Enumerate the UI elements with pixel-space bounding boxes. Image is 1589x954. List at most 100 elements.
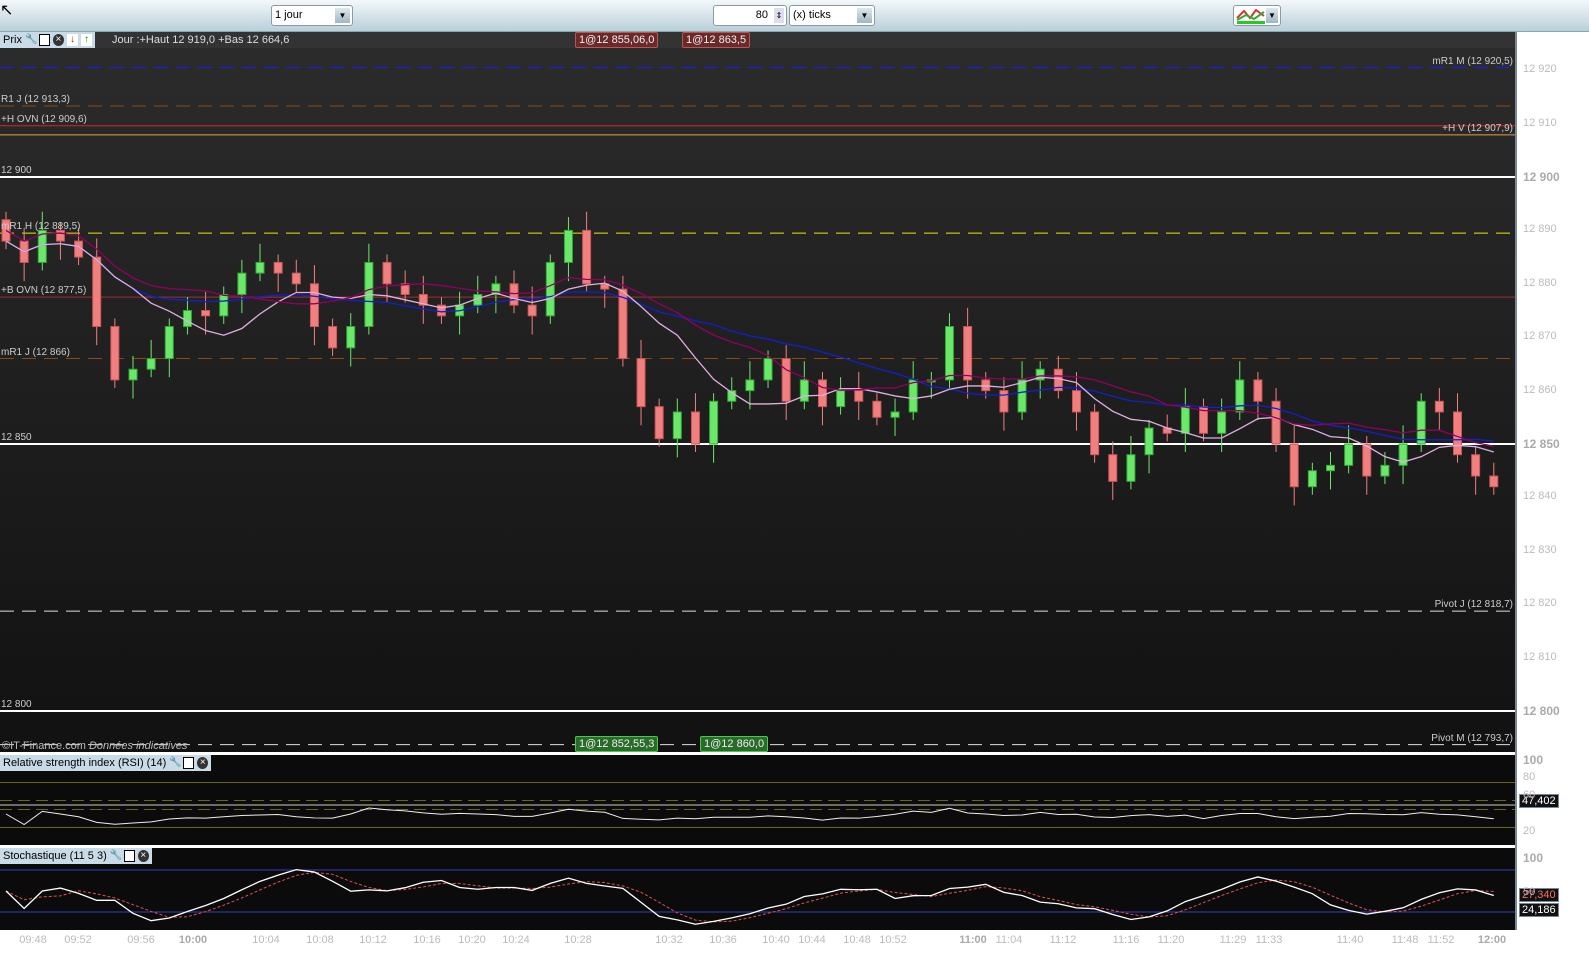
level-label: R1 J (12 913,3) bbox=[1, 93, 70, 105]
chevron-down-icon[interactable]: ▼ bbox=[857, 8, 872, 23]
level-label: +H OVN (12 909,6) bbox=[1, 113, 87, 125]
candle bbox=[745, 379, 755, 392]
order-label: 1@12 863,5 bbox=[686, 34, 747, 46]
close-icon[interactable]: × bbox=[137, 850, 149, 862]
buy-order-tag[interactable]: 1@12 860,0 bbox=[700, 736, 769, 752]
time-tick-label: 09:56 bbox=[127, 934, 155, 946]
candle bbox=[1126, 454, 1136, 482]
stochastic-tick-label: 50 bbox=[1523, 886, 1536, 898]
sell-order-tag[interactable]: 1@12 863,5 bbox=[682, 32, 751, 48]
add-indicator-button[interactable]: ▼ bbox=[1233, 5, 1281, 26]
price-chart[interactable]: mR1 M (12 920,5) R1 J (12 913,3) +H OVN (1… bbox=[0, 32, 1515, 752]
candle bbox=[836, 390, 846, 408]
price-tick-label: 12 810 bbox=[1523, 650, 1557, 663]
candle bbox=[1325, 464, 1335, 472]
copyright: ©IT-Finance.com Données indicatives bbox=[2, 740, 187, 752]
sell-order-tag[interactable]: 1@12 855,06,0 bbox=[575, 32, 659, 48]
candle bbox=[1144, 427, 1154, 456]
candle bbox=[545, 261, 555, 317]
time-tick-label: 11:16 bbox=[1112, 934, 1140, 946]
price-panel-tag: Prix 🔧 × ↓ ↑ bbox=[0, 32, 95, 48]
rsi-canvas bbox=[0, 782, 1515, 828]
candle bbox=[1071, 390, 1081, 413]
time-tick-label: 11:00 bbox=[959, 934, 987, 946]
candle bbox=[1452, 411, 1462, 456]
period-select[interactable]: 1 jour ▼ bbox=[271, 5, 353, 26]
candle bbox=[128, 368, 138, 381]
time-tick-label: 10:20 bbox=[458, 934, 486, 946]
time-tick-label: 10:04 bbox=[252, 934, 280, 946]
unit-type-value: (x) ticks bbox=[793, 9, 831, 21]
time-tick-label: 11:12 bbox=[1049, 934, 1077, 946]
window-icon[interactable] bbox=[183, 757, 195, 769]
candle bbox=[309, 283, 319, 328]
wrench-icon[interactable]: 🔧 bbox=[110, 850, 122, 862]
time-tick-label: 12:00 bbox=[1477, 934, 1507, 946]
time-tick-label: 10:12 bbox=[359, 934, 387, 946]
wrench-icon[interactable]: 🔧 bbox=[169, 757, 181, 769]
window-icon[interactable] bbox=[38, 34, 50, 46]
period-value: 1 jour bbox=[275, 9, 303, 21]
candle bbox=[944, 326, 954, 381]
price-tick-label: 12 870 bbox=[1523, 330, 1557, 343]
unit-type-select[interactable]: (x) ticks ▼ bbox=[789, 5, 875, 26]
rsi-panel-tag: Relative strength index (RSI) (14) 🔧 × bbox=[0, 755, 212, 771]
rsi-tick-label: 100 bbox=[1523, 753, 1544, 767]
time-tick-label: 10:08 bbox=[306, 934, 334, 946]
buy-order-tag[interactable]: 1@12 852,55,3 bbox=[575, 736, 659, 752]
candle bbox=[1489, 475, 1499, 488]
rsi-tick-label: 20 bbox=[1523, 825, 1536, 837]
time-tick-label: 11:33 bbox=[1255, 934, 1283, 946]
order-label: 1@12 855,0 bbox=[579, 34, 640, 46]
rsi-panel[interactable]: Relative strength index (RSI) (14) 🔧 × bbox=[0, 755, 1515, 845]
chevron-down-icon[interactable]: ▼ bbox=[335, 8, 350, 23]
stepper-arrows-icon[interactable]: ⇕ bbox=[774, 8, 784, 23]
order-label: 1@12 860,0 bbox=[704, 738, 765, 750]
level-label: mR1 J (12 866) bbox=[1, 346, 70, 358]
candle bbox=[201, 310, 211, 317]
candle bbox=[709, 400, 719, 445]
candle bbox=[291, 272, 301, 285]
window-icon[interactable] bbox=[123, 850, 135, 862]
close-icon[interactable]: × bbox=[197, 757, 209, 769]
time-tick-label: 09:48 bbox=[19, 934, 47, 946]
chevron-down-icon[interactable]: ▼ bbox=[1266, 8, 1278, 23]
candle bbox=[1253, 379, 1263, 402]
candle bbox=[146, 358, 156, 370]
ma-20-line bbox=[5, 240, 1494, 442]
price-panel-header: Prix 🔧 × ↓ ↑ Jour :+Haut 12 919,0 +Bas 12 66… bbox=[0, 32, 1515, 48]
day-range-info: Jour :+Haut 12 919,0 +Bas 12 664,6 bbox=[112, 34, 290, 46]
disclaimer-text: Données indicatives bbox=[88, 740, 188, 752]
candle bbox=[1289, 443, 1299, 488]
rsi-label: Relative strength index (RSI) (14) bbox=[3, 757, 167, 769]
time-tick-label: 10:32 bbox=[655, 934, 683, 946]
candle bbox=[219, 293, 229, 317]
price-tick-label: 12 840 bbox=[1523, 490, 1557, 503]
close-icon[interactable]: × bbox=[52, 34, 64, 46]
time-tick-label: 11:40 bbox=[1336, 934, 1364, 946]
candle bbox=[1434, 400, 1444, 413]
time-axis: 09:48 09:52 09:56 10:00 10:04 10:08 10:12 10:16… bbox=[0, 930, 1515, 954]
time-tick-label: 10:16 bbox=[413, 934, 441, 946]
candle bbox=[1362, 443, 1372, 477]
price-axis[interactable]: 47,402 27,340 24,186 12 920 12 910 12 900 1… bbox=[1515, 32, 1589, 930]
add-indicator-icon bbox=[1236, 8, 1265, 24]
candle bbox=[854, 390, 864, 402]
time-tick-label: 10:44 bbox=[798, 934, 826, 946]
toolbar: 1 jour ▼ 80 ⇕ (x) ticks ▼ ▼ ↖ bbox=[0, 0, 1589, 32]
level-label: +H V (12 907,9) bbox=[1442, 122, 1513, 134]
time-tick-label: 10:28 bbox=[564, 934, 592, 946]
price-tick-label: 12 860 bbox=[1523, 383, 1557, 396]
price-tick-label: 12 830 bbox=[1523, 543, 1557, 556]
candle bbox=[781, 358, 791, 402]
time-tick-label: 09:52 bbox=[64, 934, 92, 946]
buy-icon[interactable]: ↑ bbox=[80, 34, 92, 46]
ma-8-line bbox=[5, 240, 1494, 463]
sell-icon[interactable]: ↓ bbox=[66, 34, 78, 46]
units-stepper[interactable]: 80 ⇕ bbox=[713, 5, 787, 26]
wrench-icon[interactable]: 🔧 bbox=[25, 34, 37, 46]
stochastic-k-line bbox=[5, 868, 1494, 925]
candle bbox=[92, 256, 102, 328]
time-tick-label: 10:48 bbox=[843, 934, 871, 946]
stochastic-panel[interactable]: Stochastique (11 5 3) 🔧 × bbox=[0, 848, 1515, 930]
